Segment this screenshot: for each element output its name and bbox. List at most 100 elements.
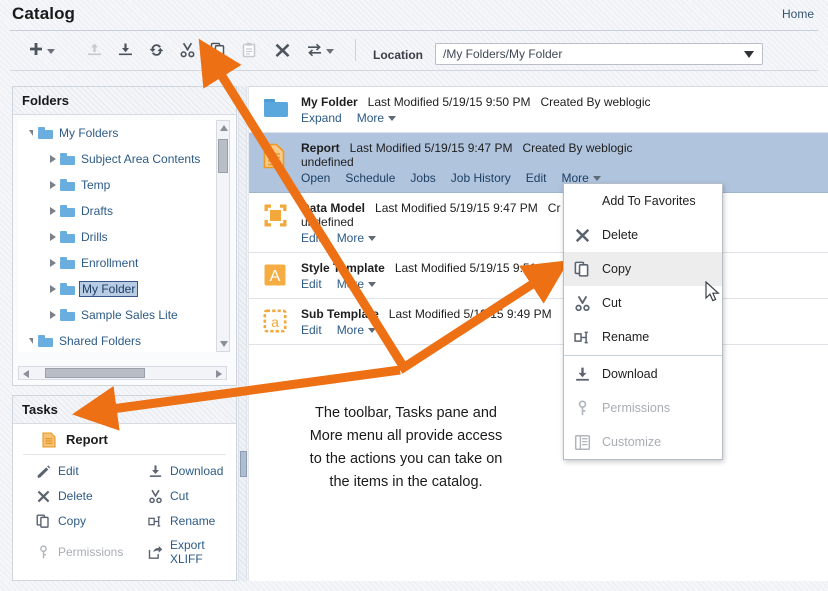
tree-node-my-folder[interactable]: My Folder: [18, 276, 218, 302]
menu-item-delete[interactable]: Delete: [564, 218, 722, 252]
report-icon: [263, 143, 285, 169]
task-label: Delete: [58, 489, 93, 503]
task-rename[interactable]: Rename: [147, 513, 236, 529]
row-more-menu-button[interactable]: More: [337, 323, 377, 337]
row-more-menu-button[interactable]: More: [357, 111, 397, 125]
download-button[interactable]: [111, 37, 139, 63]
row-link-jobs[interactable]: Jobs: [410, 171, 435, 185]
task-label: Cut: [170, 489, 189, 503]
tree-node-temp[interactable]: Temp: [18, 172, 218, 198]
row-more-menu-button[interactable]: More: [337, 277, 377, 291]
menu-item-label: Customize: [602, 435, 662, 449]
tree-node-enrollment[interactable]: Enrollment: [18, 250, 218, 276]
catalog-row[interactable]: Report Last Modified 5/19/15 9:47 PM Creat…: [249, 133, 828, 193]
panel-splitter[interactable]: [238, 86, 247, 581]
task-copy[interactable]: Copy: [35, 513, 147, 529]
tree-expand-toggle[interactable]: [46, 285, 60, 293]
row-link-edit[interactable]: Edit: [301, 231, 322, 245]
row-more-menu-button[interactable]: More: [337, 231, 377, 245]
x-icon: [575, 228, 590, 243]
scroll-left-arrow-icon[interactable]: [23, 370, 29, 378]
row-link-edit[interactable]: Edit: [301, 323, 322, 337]
row-link-more[interactable]: More: [337, 323, 364, 337]
row-icon: A: [263, 263, 289, 289]
row-link-more[interactable]: More: [357, 111, 384, 125]
tree-node-subject-area-contents[interactable]: Subject Area Contents: [18, 146, 218, 172]
tree-node-sample-sales-lite[interactable]: Sample Sales Lite: [18, 302, 218, 328]
row-link-more[interactable]: More: [337, 231, 364, 245]
tree-node-shared-folders[interactable]: Shared Folders: [18, 328, 218, 352]
task-download[interactable]: Download: [147, 463, 236, 479]
tree-expand-toggle[interactable]: [24, 338, 38, 344]
tree-node-label: Sample Sales Lite: [81, 308, 178, 322]
home-link[interactable]: Home: [782, 7, 814, 21]
catalog-row[interactable]: Data Model Last Modified 5/19/15 9:47 PM C…: [249, 193, 828, 253]
row-modified: Last Modified 5/19/15 9:51 PM: [394, 261, 558, 275]
task-export-xliff[interactable]: Export XLIFF: [147, 538, 236, 566]
caption-line: the items in the catalog.: [329, 474, 483, 490]
cut-button[interactable]: [173, 37, 201, 63]
scroll-up-arrow-icon[interactable]: [220, 125, 228, 131]
tasks-panel: Tasks Report Edit Download Delete Cut Copy Re…: [12, 395, 237, 581]
row-link-edit[interactable]: Edit: [301, 277, 322, 291]
move-button[interactable]: [303, 37, 337, 63]
task-edit[interactable]: Edit: [35, 463, 147, 479]
location-select[interactable]: /My Folders/My Folder: [435, 43, 763, 65]
tree-expand-toggle[interactable]: [46, 155, 60, 163]
folders-panel: Folders My Folders Subject Area Contents T…: [12, 86, 237, 386]
menu-item-cut[interactable]: Cut: [564, 286, 722, 320]
catalog-row[interactable]: a Sub Template Last Modified 5/19/15 9:49 …: [249, 299, 828, 345]
splitter-grip[interactable]: [240, 451, 247, 477]
tree-node-drafts[interactable]: Drafts: [18, 198, 218, 224]
row-link-edit[interactable]: Edit: [526, 171, 547, 185]
tree-expand-toggle[interactable]: [46, 233, 60, 241]
tree-expand-toggle[interactable]: [46, 207, 60, 215]
chevron-right-icon: [50, 233, 56, 241]
row-link-schedule[interactable]: Schedule: [345, 171, 395, 185]
row-modified: Last Modified 5/19/15 9:47 PM: [349, 141, 513, 155]
new-button[interactable]: [24, 37, 58, 63]
tree-expand-toggle[interactable]: [46, 181, 60, 189]
location-value: /My Folders/My Folder: [443, 47, 563, 61]
tree-expand-toggle[interactable]: [24, 130, 38, 136]
tree-expand-toggle[interactable]: [46, 311, 60, 319]
folder-tree-vertical-scrollbar[interactable]: [216, 120, 230, 352]
scroll-thumb[interactable]: [218, 139, 228, 173]
menu-item-rename[interactable]: Rename: [564, 320, 722, 354]
menu-item-icon: [574, 400, 591, 417]
row-link-open[interactable]: Open: [301, 171, 330, 185]
catalog-row[interactable]: A Style Template Last Modified 5/19/15 9:5…: [249, 253, 828, 299]
row-link-job-history[interactable]: Job History: [451, 171, 511, 185]
scroll-down-arrow-icon[interactable]: [220, 341, 228, 347]
caption-line: The toolbar, Tasks pane and: [315, 405, 497, 421]
chevron-down-icon: [368, 327, 377, 333]
tree-expand-toggle[interactable]: [46, 259, 60, 267]
menu-item-icon: [574, 366, 591, 383]
task-delete[interactable]: Delete: [35, 488, 147, 504]
copy-button[interactable]: [204, 37, 232, 63]
upload-button[interactable]: [80, 37, 108, 63]
catalog-row[interactable]: My Folder Last Modified 5/19/15 9:50 PM Cr…: [249, 87, 828, 133]
row-link-expand[interactable]: Expand: [301, 111, 342, 125]
tree-node-my-folders[interactable]: My Folders: [18, 120, 218, 146]
scroll-thumb[interactable]: [45, 368, 145, 378]
paste-button[interactable]: [235, 37, 263, 63]
folder-tree-horizontal-scrollbar[interactable]: [18, 366, 227, 380]
menu-item-copy[interactable]: Copy: [564, 252, 722, 286]
folder-tree[interactable]: My Folders Subject Area Contents Temp Draft…: [18, 120, 218, 352]
delete-button[interactable]: [268, 37, 296, 63]
chevron-down-icon: [388, 115, 397, 121]
refresh-button[interactable]: [142, 37, 170, 63]
tree-node-drills[interactable]: Drills: [18, 224, 218, 250]
task-label: Export XLIFF: [170, 538, 205, 566]
task-cut[interactable]: Cut: [147, 488, 236, 504]
tasks-panel-body: Report Edit Download Delete Cut Copy Rename Pe…: [13, 425, 236, 566]
row-icon: a: [263, 309, 289, 335]
more-menu[interactable]: Add To Favorites Delete Copy Cut Rename Downl…: [563, 183, 723, 460]
scroll-right-arrow-icon[interactable]: [216, 370, 222, 378]
scissors-icon: [148, 489, 162, 503]
menu-item-download[interactable]: Download: [564, 357, 722, 391]
menu-item-add-to-favorites[interactable]: Add To Favorites: [564, 184, 722, 218]
row-link-more[interactable]: More: [337, 277, 364, 291]
chevron-down-icon: [29, 130, 33, 136]
